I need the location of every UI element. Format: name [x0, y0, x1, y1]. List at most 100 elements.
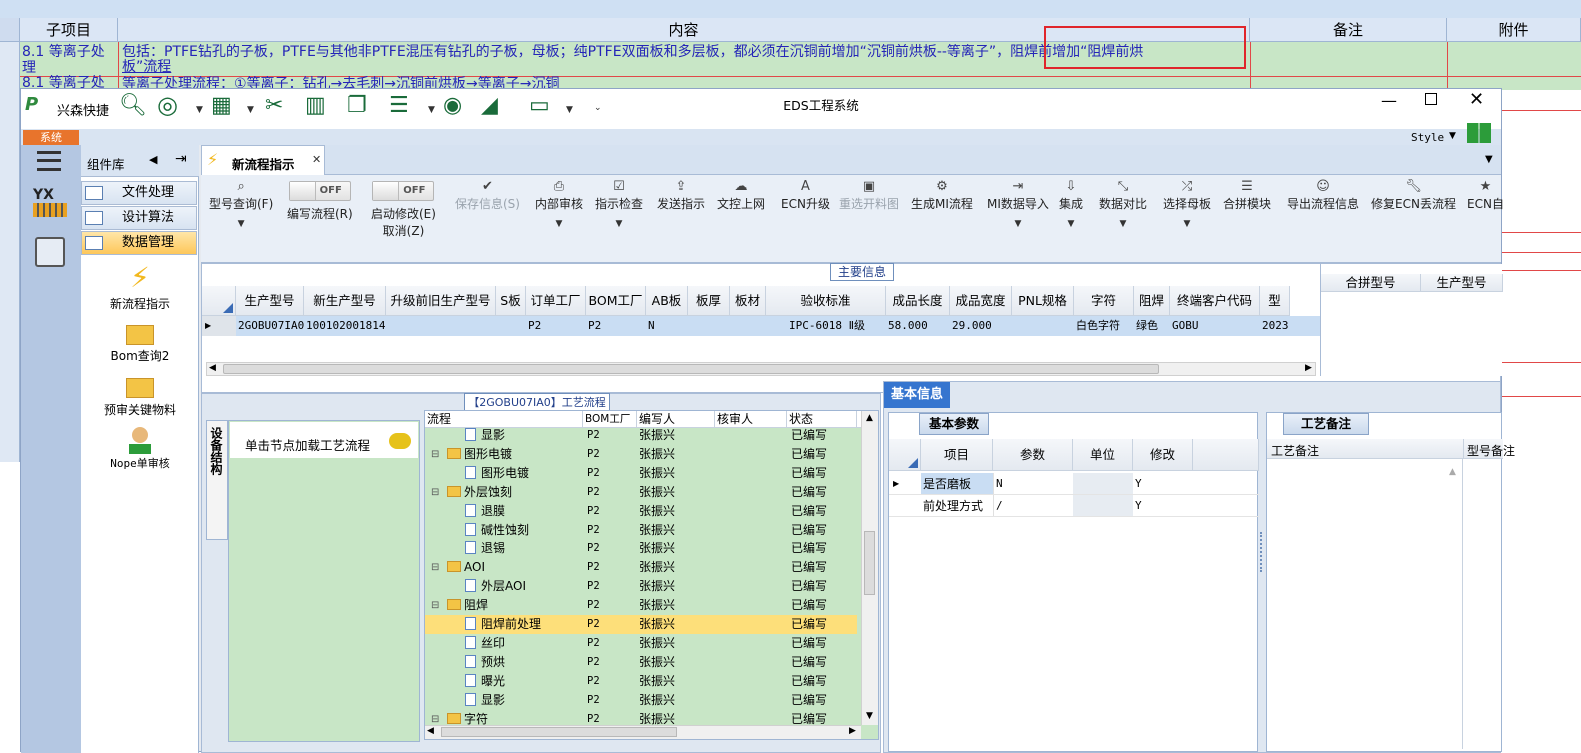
minimize-button[interactable]: —	[1381, 91, 1397, 110]
ribbon-button-9[interactable]: ▣ 重选开料图	[839, 179, 899, 213]
flow-row[interactable]: 碱性蚀刻 P2 张振兴 已编写	[425, 521, 857, 540]
main-cell-12[interactable]	[1014, 316, 1074, 336]
yx-tool-icon[interactable]: YX	[33, 187, 67, 221]
main-cell-7[interactable]	[690, 316, 730, 336]
toggle-switch[interactable]: OFF	[372, 181, 435, 201]
tree-expand-icon[interactable]: ⊟	[431, 445, 439, 464]
library-bar-algorithm[interactable]: 设计算法	[81, 206, 197, 230]
ribbon-button-13[interactable]: ⤡ 数据对比 ▼	[1099, 179, 1147, 229]
ribbon-button-15[interactable]: ☰ 合拼模块	[1223, 179, 1271, 213]
main-cell-8[interactable]	[732, 316, 766, 336]
customize-arrow-icon[interactable]: ⌄	[594, 103, 602, 113]
basic-info-title[interactable]: 基本信息	[884, 382, 950, 408]
dropdown-arrow-icon[interactable]: ▼	[1059, 219, 1083, 229]
ribbon-button-10[interactable]: ⚙ 生成MI流程	[911, 179, 973, 213]
ribbon-button-18[interactable]: ★ ECN自	[1467, 179, 1504, 213]
side-tab-equipment[interactable]: 设备结构	[206, 420, 228, 540]
main-cell-10[interactable]: 58.000	[888, 316, 950, 336]
param-value[interactable]: /	[993, 495, 1073, 517]
monitor-icon[interactable]: ▭	[529, 93, 550, 118]
param-modify[interactable]: Y	[1133, 473, 1193, 495]
flow-row[interactable]: ⊟ 外层蚀刻 P2 张振兴 已编写	[425, 483, 857, 502]
lifebuoy-icon[interactable]: ◎	[157, 91, 178, 119]
ribbon-button-7[interactable]: ☁ 文控上网	[717, 179, 765, 213]
library-bar-file[interactable]: 文件处理	[81, 181, 197, 205]
maximize-button[interactable]	[1425, 93, 1437, 105]
param-item[interactable]: 前处理方式	[921, 495, 993, 517]
scissors-icon[interactable]: ✂	[265, 93, 283, 118]
dropdown-arrow-icon[interactable]: ▼	[595, 219, 643, 229]
ribbon-button-3[interactable]: ✔ 保存信息(S)	[455, 179, 520, 213]
flow-row[interactable]: 退膜 P2 张振兴 已编写	[425, 502, 857, 521]
ribbon-button-1[interactable]: OFF 编写流程(R)	[287, 179, 353, 223]
style-menu[interactable]: Style	[1411, 131, 1444, 144]
dropdown-arrow-icon[interactable]: ▼	[428, 105, 435, 115]
main-cell-11[interactable]: 29.000	[952, 316, 1012, 336]
library-bar-data[interactable]: 数据管理	[81, 231, 197, 255]
collapse-left-icon[interactable]: ◀	[149, 153, 157, 166]
grid-corner[interactable]	[202, 286, 236, 316]
process-remark-textarea[interactable]: ▲	[1267, 459, 1463, 749]
toggle-switch[interactable]: OFF	[288, 181, 351, 201]
ribbon-button-12[interactable]: ⇩ 集成 ▼	[1059, 179, 1083, 229]
library-item-nope-review[interactable]: Nope单审核	[81, 425, 199, 471]
table-icon[interactable]: ▦	[211, 93, 232, 118]
dropdown-arrow-icon[interactable]: ▼	[247, 105, 254, 115]
ribbon-button-6[interactable]: ⇪ 发送指示	[657, 179, 705, 213]
flow-row[interactable]: 预烘 P2 张振兴 已编写	[425, 653, 857, 672]
tab-process-remark[interactable]: 工艺备注	[1283, 413, 1369, 435]
main-cell-1[interactable]: 10010200181400	[306, 316, 386, 336]
calculator-icon[interactable]	[35, 237, 65, 267]
param-value[interactable]: N	[993, 473, 1073, 495]
param-modify[interactable]: Y	[1133, 495, 1193, 517]
flow-row[interactable]: ⊟ 阻焊 P2 张振兴 已编写	[425, 596, 857, 615]
dropdown-arrow-icon[interactable]: ▼	[987, 219, 1049, 229]
flow-row[interactable]: 显影 P2 张振兴 已编写	[425, 691, 857, 710]
main-info-scrollbar[interactable]: ◀ ▶	[206, 362, 1316, 376]
search-icon[interactable]: 🔍︎	[119, 93, 147, 118]
ribbon-button-14[interactable]: ⤮ 选择母板 ▼	[1163, 179, 1211, 229]
dropdown-arrow-icon[interactable]: ▼	[535, 219, 583, 229]
tab-list-dropdown-icon[interactable]: ▼	[1485, 154, 1493, 165]
main-cell-2[interactable]	[388, 316, 496, 336]
main-cell-6[interactable]: N	[648, 316, 688, 336]
flow-row[interactable]: 退锡 P2 张振兴 已编写	[425, 539, 857, 558]
flow-row[interactable]: ⊟ AOI P2 张振兴 已编写	[425, 558, 857, 577]
tab-new-flow[interactable]: ⚡︎ 新流程指示 ✕	[201, 145, 325, 175]
ribbon-button-11[interactable]: ⇥ MI数据导入 ▼	[987, 179, 1049, 229]
library-item-bom[interactable]: Bom查询2	[81, 321, 199, 364]
flow-row[interactable]: 丝印 P2 张振兴 已编写	[425, 634, 857, 653]
params-grid-corner[interactable]	[889, 439, 921, 471]
flow-row[interactable]: 外层AOI P2 张振兴 已编写	[425, 577, 857, 596]
main-cell-3[interactable]	[498, 316, 526, 336]
tree-expand-icon[interactable]: ⊟	[431, 596, 439, 615]
main-cell-15[interactable]: GOBU	[1172, 316, 1260, 336]
dropdown-arrow-icon[interactable]: ▼	[1099, 219, 1147, 229]
tree-expand-icon[interactable]: ⊟	[431, 558, 439, 577]
tree-vscrollbar[interactable]: ▲ ▼	[861, 411, 878, 725]
ribbon-button-17[interactable]: 🔧︎ 修复ECN丢流程	[1371, 179, 1456, 213]
scroll-thumb[interactable]	[864, 531, 875, 595]
ribbon-button-8[interactable]: A ECN升级	[781, 179, 830, 213]
film-icon[interactable]: ▥	[305, 93, 326, 118]
area-chart-icon[interactable]: ◢	[481, 93, 498, 118]
tab-close-icon[interactable]: ✕	[312, 153, 321, 166]
scroll-thumb[interactable]	[223, 364, 1159, 374]
library-item-material[interactable]: 预审关键物料	[81, 373, 199, 418]
dropdown-arrow-icon[interactable]: ▼	[196, 105, 203, 115]
scroll-thumb[interactable]	[441, 727, 677, 737]
param-item[interactable]: 是否磨板	[921, 473, 993, 495]
style-dropdown-icon[interactable]: ▼	[1449, 131, 1456, 141]
main-cell-4[interactable]: P2	[528, 316, 586, 336]
ribbon-button-5[interactable]: ☑ 指示检查 ▼	[595, 179, 643, 229]
main-cell-0[interactable]: 2GOBU07IA0	[238, 316, 304, 336]
dropdown-arrow-icon[interactable]: ▼	[1163, 219, 1211, 229]
ribbon-button-4[interactable]: ⎙ 内部审核 ▼	[535, 179, 583, 229]
user-icon[interactable]: ◉	[443, 93, 462, 118]
hamburger-menu-icon[interactable]	[37, 151, 61, 171]
ribbon-button-2[interactable]: OFF 启动修改(E) 取消(Z)	[371, 179, 436, 239]
main-cell-5[interactable]: P2	[588, 316, 646, 336]
main-cell-9[interactable]: IPC-6018 Ⅱ级	[768, 316, 886, 336]
dropdown-arrow-icon[interactable]: ▼	[566, 105, 573, 115]
tree-hscrollbar[interactable]: ◀ ▶	[425, 725, 861, 739]
